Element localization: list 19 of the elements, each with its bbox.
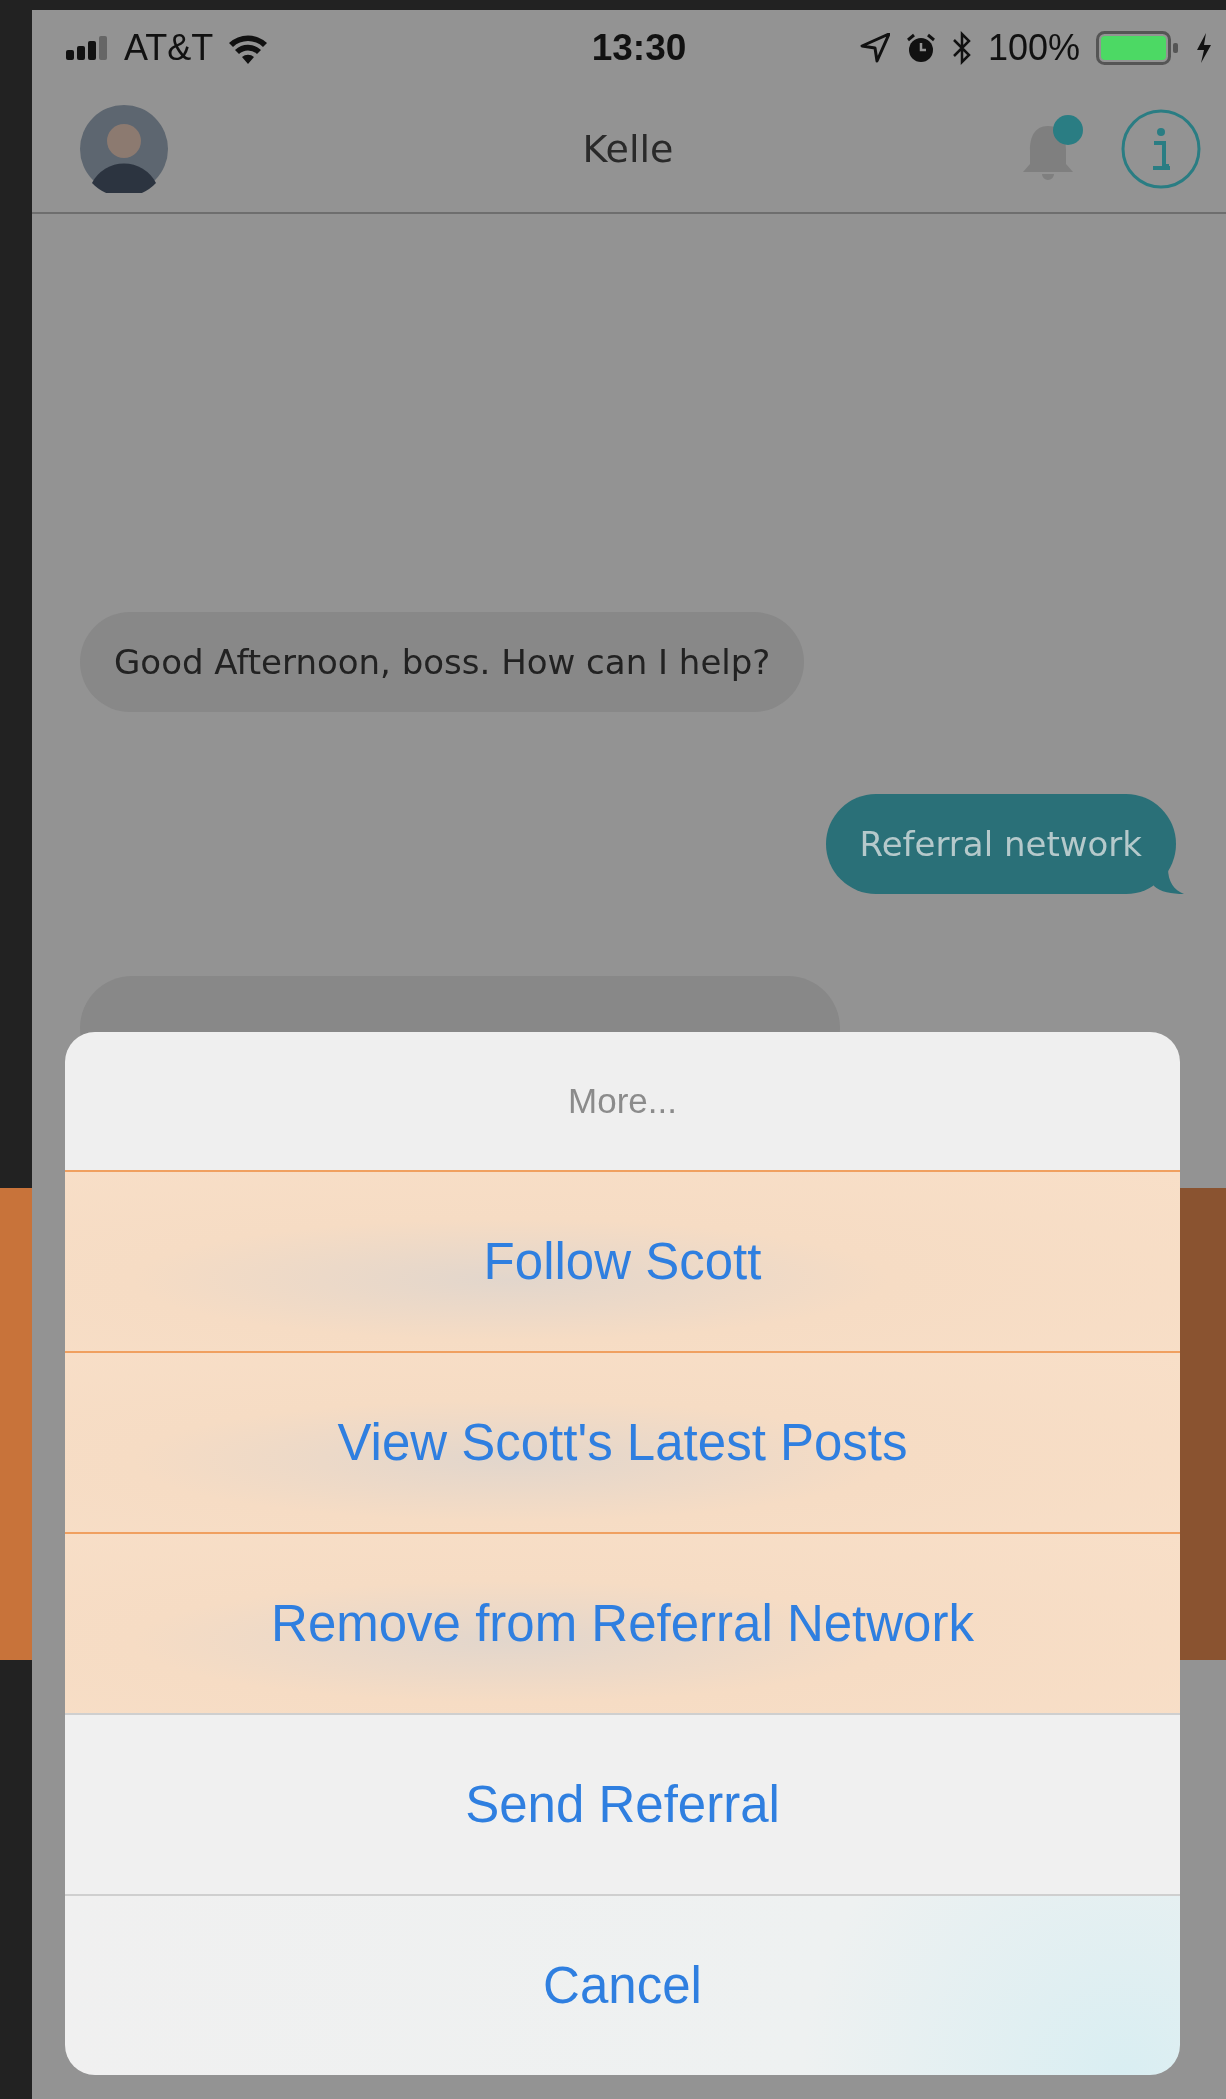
action-button[interactable]: Follow Scott	[65, 1170, 1180, 1351]
alarm-clock-icon	[905, 33, 936, 63]
action-button[interactable]: Remove from Referral Network	[65, 1532, 1180, 1713]
signal-icon	[66, 36, 110, 60]
carrier-name: AT&T	[124, 27, 214, 69]
info-icon[interactable]	[1120, 108, 1202, 190]
location-arrow-icon	[859, 33, 890, 63]
bluetooth-icon	[951, 31, 972, 65]
cancel-button[interactable]: Cancel	[65, 1894, 1180, 2075]
sheet-title: More...	[65, 1032, 1180, 1170]
clock-time: 13:30	[591, 27, 687, 69]
avatar-icon[interactable]	[80, 105, 168, 193]
chat-title: Kelle	[581, 127, 675, 171]
action-button[interactable]: View Scott's Latest Posts	[65, 1351, 1180, 1532]
message-bubble: Good Afternoon, boss. How can I help?	[80, 612, 805, 712]
battery-percentage: 100%	[987, 27, 1080, 69]
charging-bolt-icon	[1196, 33, 1212, 63]
battery-icon	[1096, 31, 1180, 65]
action-button[interactable]: Send Referral	[65, 1713, 1180, 1894]
